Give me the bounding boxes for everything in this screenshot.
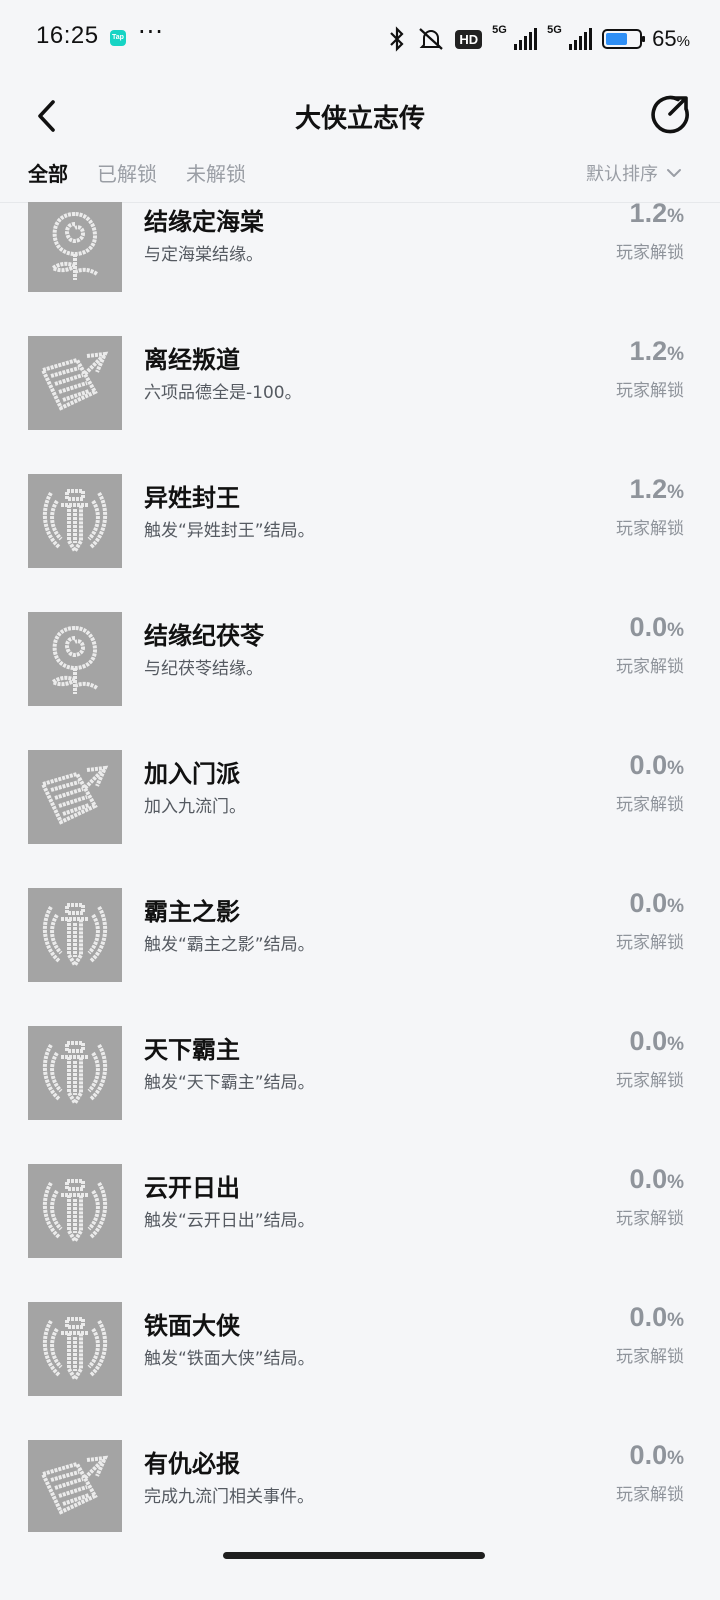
achievement-row[interactable]: 云开日出触发“云开日出”结局。 0.0% 玩家解锁 [0, 1152, 720, 1290]
achievement-description: 触发“天下霸主”结局。 [144, 1073, 315, 1093]
achievement-name: 结缘定海棠 [144, 208, 264, 236]
sort-dropdown[interactable]: 默认排序 [586, 160, 682, 186]
achievement-row[interactable]: 结缘定海棠与定海棠结缘。 1.2% 玩家解锁 [0, 202, 720, 324]
status-time: 16:25 [36, 22, 99, 49]
sort-label: 默认排序 [586, 164, 658, 185]
achievement-badge [28, 202, 122, 292]
chevron-down-icon [667, 169, 681, 177]
filter-tabs: 全部 已解锁 未解锁 默认排序 [0, 150, 720, 203]
achievement-badge [28, 1026, 122, 1120]
achievement-badge [28, 1302, 122, 1396]
unlock-rate: 0.0% [629, 1164, 684, 1194]
achievement-name: 云开日出 [144, 1174, 240, 1202]
achievement-badge [28, 474, 122, 568]
battery-icon [602, 29, 646, 49]
unlock-rate: 0.0% [629, 750, 684, 780]
achievement-badge [28, 750, 122, 844]
bluetooth-icon [387, 26, 407, 52]
battery-percent: 65% [652, 26, 690, 51]
sword-crest-icon [42, 489, 108, 555]
achievement-name: 离经叛道 [144, 346, 240, 374]
achievement-description: 与纪茯苓结缘。 [144, 659, 263, 679]
achievement-row[interactable]: 有仇必报完成九流门相关事件。 0.0% 玩家解锁 [0, 1428, 720, 1532]
status-bar: 16:25 Tap ··· HD 5G 5G 65% [0, 0, 720, 78]
battery-fill [606, 33, 627, 45]
achievement-description: 触发“异姓封王”结局。 [144, 521, 315, 541]
achievement-badge [28, 888, 122, 982]
achievement-description: 触发“铁面大侠”结局。 [144, 1349, 315, 1369]
tab-locked[interactable]: 未解锁 [186, 158, 246, 187]
more-notifications-icon: ··· [138, 18, 164, 46]
unlock-rate: 0.0% [629, 1026, 684, 1056]
share-button[interactable] [648, 92, 692, 136]
taptap-app-icon: Tap [110, 30, 126, 46]
unlock-rate-label: 玩家解锁 [616, 1347, 684, 1367]
achievement-name: 加入门派 [144, 760, 240, 788]
achievement-badge [28, 1164, 122, 1258]
rose-icon [49, 625, 99, 694]
unlock-rate: 1.2% [629, 336, 684, 366]
share-arrow-icon [651, 95, 689, 134]
unlock-rate-label: 玩家解锁 [616, 1209, 684, 1229]
achievement-badge [28, 1440, 122, 1532]
achievement-name: 霸主之影 [144, 898, 240, 926]
unlock-rate-label: 玩家解锁 [616, 933, 684, 953]
achievement-name: 铁面大侠 [144, 1312, 240, 1340]
achievement-row[interactable]: 霸主之影触发“霸主之影”结局。 0.0% 玩家解锁 [0, 876, 720, 1014]
unlock-rate-label: 玩家解锁 [616, 1485, 684, 1505]
unlock-rate-label: 玩家解锁 [616, 657, 684, 677]
home-indicator[interactable] [223, 1552, 485, 1559]
achievement-description: 加入九流门。 [144, 797, 246, 817]
unlock-rate-label: 玩家解锁 [616, 381, 684, 401]
unlock-rate-label: 玩家解锁 [616, 519, 684, 539]
mute-bell-icon [417, 26, 445, 52]
sword-crest-icon [42, 903, 108, 969]
signal-1-label: 5G [492, 24, 507, 36]
sword-crest-icon [42, 1179, 108, 1245]
status-icons: HD 5G 5G 65% [387, 24, 690, 54]
sword-crest-icon [42, 1317, 108, 1383]
scroll-brush-icon [40, 1455, 109, 1515]
unlock-rate: 0.0% [629, 612, 684, 642]
achievement-row[interactable]: 天下霸主触发“天下霸主”结局。 0.0% 玩家解锁 [0, 1014, 720, 1152]
signal-2-label: 5G [547, 24, 562, 36]
achievement-name: 结缘纪茯苓 [144, 622, 264, 650]
sword-crest-icon [42, 1041, 108, 1107]
unlock-rate: 0.0% [629, 888, 684, 918]
tab-unlocked[interactable]: 已解锁 [97, 158, 157, 187]
unlock-rate-label: 玩家解锁 [616, 1071, 684, 1091]
signal-1-icon: 5G [492, 24, 538, 50]
achievement-description: 触发“云开日出”结局。 [144, 1211, 315, 1231]
unlock-rate-label: 玩家解锁 [616, 243, 684, 263]
achievement-badge [28, 612, 122, 706]
achievement-badge [28, 336, 122, 430]
unlock-rate: 0.0% [629, 1440, 684, 1470]
page-title: 大侠立志传 [294, 104, 425, 134]
achievement-description: 六项品德全是-100。 [144, 383, 302, 403]
achievement-description: 触发“霸主之影”结局。 [144, 935, 315, 955]
hd-icon: HD [455, 29, 483, 49]
achievement-name: 天下霸主 [144, 1036, 240, 1064]
unlock-rate: 0.0% [629, 1302, 684, 1332]
achievement-row[interactable]: 结缘纪茯苓与纪茯苓结缘。 0.0% 玩家解锁 [0, 600, 720, 738]
scroll-brush-icon [40, 765, 109, 825]
unlock-rate-label: 玩家解锁 [616, 795, 684, 815]
achievement-row[interactable]: 离经叛道六项品德全是-100。 1.2% 玩家解锁 [0, 324, 720, 462]
achievement-name: 异姓封王 [144, 484, 240, 512]
app-header: 大侠立志传 [0, 78, 720, 158]
unlock-rate: 1.2% [629, 474, 684, 504]
unlock-rate: 1.2% [629, 202, 684, 228]
achievement-description: 完成九流门相关事件。 [144, 1487, 314, 1507]
rose-icon [49, 211, 99, 280]
achievement-row[interactable]: 异姓封王触发“异姓封王”结局。 1.2% 玩家解锁 [0, 462, 720, 600]
achievement-name: 有仇必报 [144, 1450, 240, 1478]
achievement-row[interactable]: 加入门派加入九流门。 0.0% 玩家解锁 [0, 738, 720, 876]
achievement-description: 与定海棠结缘。 [144, 245, 263, 265]
signal-2-icon: 5G [547, 24, 593, 50]
achievement-list[interactable]: 结缘定海棠与定海棠结缘。 1.2% 玩家解锁 离经叛道六项品德全是-100。 1.2%… [0, 202, 720, 1532]
tab-all[interactable]: 全部 [28, 158, 68, 187]
scroll-brush-icon [40, 351, 109, 411]
achievement-row[interactable]: 铁面大侠触发“铁面大侠”结局。 0.0% 玩家解锁 [0, 1290, 720, 1428]
